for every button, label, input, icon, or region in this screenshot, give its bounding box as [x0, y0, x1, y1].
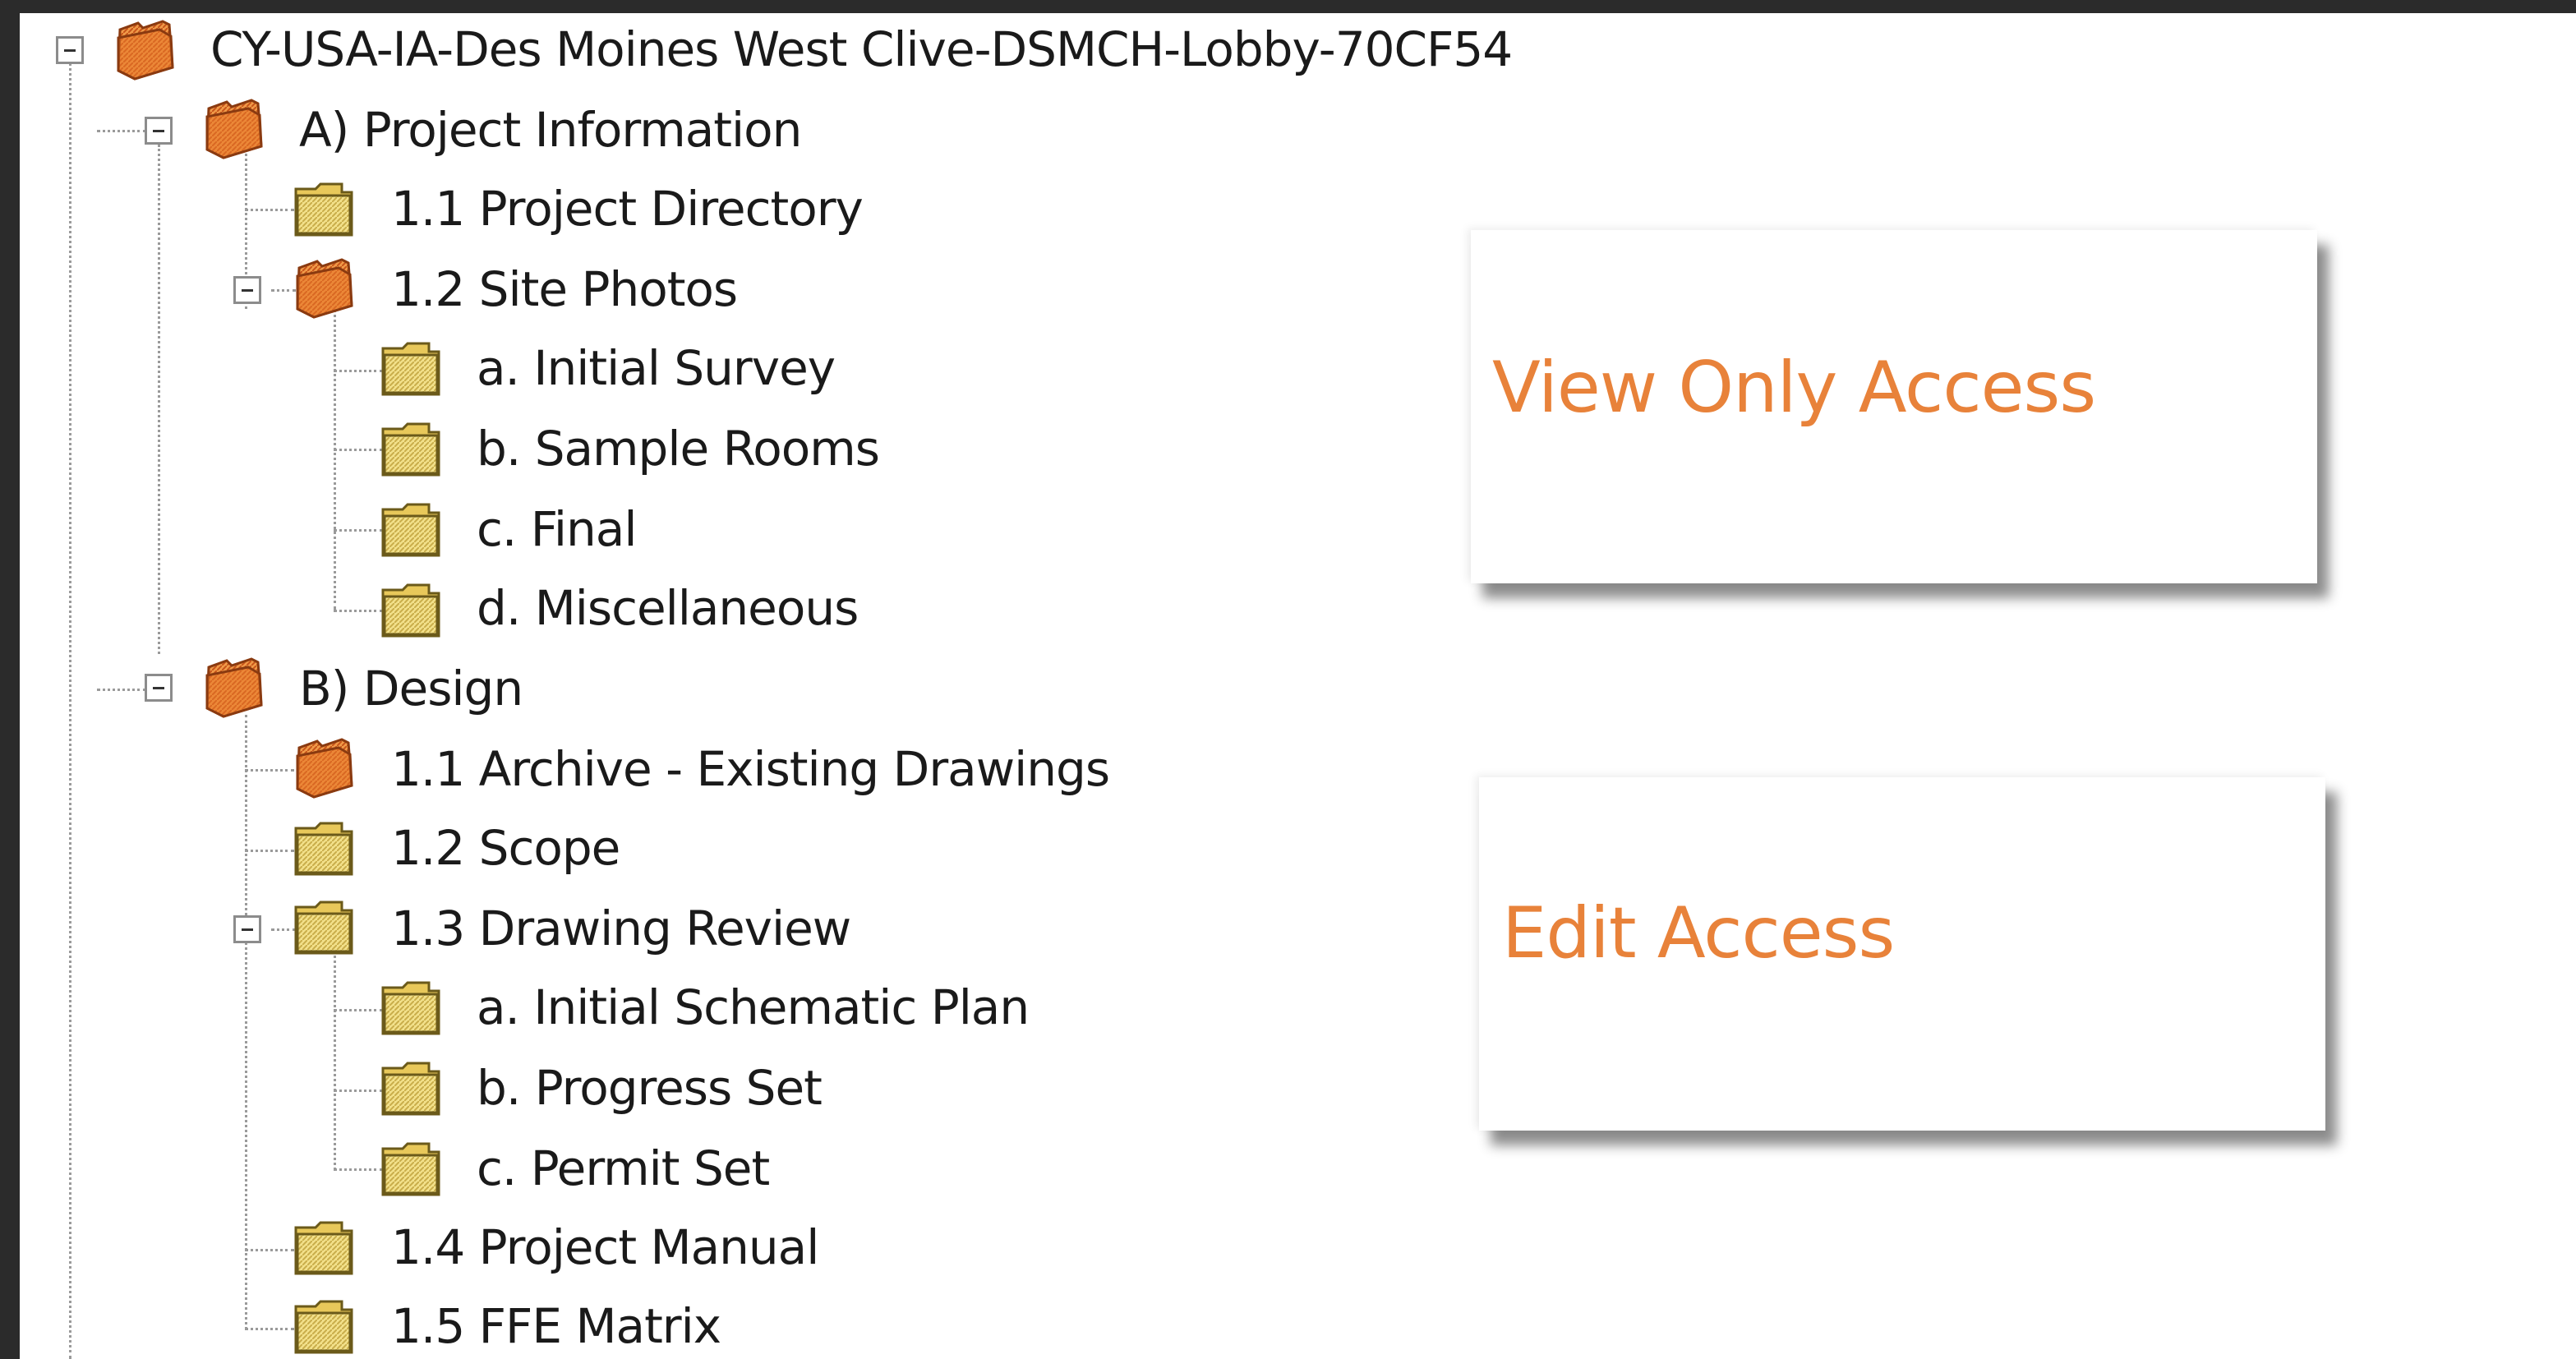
tree-line	[245, 715, 247, 1329]
tree-line	[334, 449, 383, 451]
folder-icon	[380, 1137, 444, 1200]
folder-icon	[293, 817, 357, 879]
tree-line	[245, 769, 294, 772]
tree-line	[334, 370, 383, 372]
restricted-folder-icon	[293, 256, 357, 319]
tree-line	[245, 1249, 294, 1251]
edit-access-label: Edit Access	[1502, 892, 1895, 974]
folder-icon	[293, 896, 357, 958]
tree-line	[334, 610, 383, 612]
tree-item-progress-set[interactable]: b. Progress Set	[477, 1057, 823, 1119]
tree-line	[334, 529, 383, 532]
tree-item-initial-schematic-plan[interactable]: a. Initial Schematic Plan	[477, 976, 1030, 1039]
site-photos-collapse-toggle[interactable]	[233, 276, 261, 304]
tree-item-final[interactable]: c. Final	[477, 498, 637, 560]
view-only-access-label: View Only Access	[1492, 347, 2096, 429]
project-information-collapse-toggle[interactable]	[145, 117, 173, 145]
design-collapse-toggle[interactable]	[145, 674, 173, 702]
tree-item-initial-survey[interactable]: a. Initial Survey	[477, 337, 836, 399]
tree-line	[97, 689, 146, 691]
folder-icon	[380, 976, 444, 1039]
edit-access-callout: Edit Access	[1479, 777, 2325, 1131]
restricted-folder-icon	[113, 18, 177, 81]
folder-icon	[380, 578, 444, 641]
folder-icon	[293, 1295, 357, 1357]
tree-item-project-manual[interactable]: 1.4 Project Manual	[391, 1216, 819, 1278]
folder-icon	[293, 1216, 357, 1278]
tree-line	[334, 1090, 383, 1092]
tree-item-sample-rooms[interactable]: b. Sample Rooms	[477, 417, 880, 480]
tree-item-site-photos[interactable]: 1.2 Site Photos	[391, 258, 738, 320]
folder-icon	[380, 417, 444, 480]
tree-item-miscellaneous[interactable]: d. Miscellaneous	[477, 577, 859, 639]
tree-line	[158, 145, 160, 654]
tree-line	[334, 1168, 383, 1171]
tree-item-archive-existing-drawings[interactable]: 1.1 Archive - Existing Drawings	[391, 738, 1110, 800]
restricted-folder-icon	[202, 97, 266, 159]
folder-icon	[293, 177, 357, 240]
tree-line	[245, 850, 294, 852]
tree-line	[334, 1009, 383, 1011]
tree-item-design[interactable]: B) Design	[299, 657, 523, 720]
tree-item-drawing-review[interactable]: 1.3 Drawing Review	[391, 897, 851, 960]
restricted-folder-icon	[293, 736, 357, 799]
tree-line	[245, 209, 294, 211]
folder-icon	[380, 498, 444, 560]
restricted-folder-icon	[202, 656, 266, 718]
tree-item-project-information[interactable]: A) Project Information	[299, 99, 802, 161]
tree-item-root[interactable]: CY-USA-IA-Des Moines West Clive-DSMCH-Lo…	[210, 18, 1513, 81]
view-only-access-callout: View Only Access	[1471, 230, 2317, 583]
folder-icon	[380, 337, 444, 399]
tree-line	[334, 945, 336, 1170]
tree-line	[69, 62, 71, 1359]
tree-item-scope[interactable]: 1.2 Scope	[391, 817, 620, 879]
tree-item-project-directory[interactable]: 1.1 Project Directory	[391, 177, 864, 240]
tree-line	[334, 304, 336, 610]
tree-line	[97, 130, 146, 132]
root-collapse-toggle[interactable]	[56, 36, 84, 64]
tree-item-permit-set[interactable]: c. Permit Set	[477, 1137, 770, 1200]
drawing-review-collapse-toggle[interactable]	[233, 915, 261, 943]
folder-icon	[380, 1057, 444, 1119]
tree-line	[245, 1328, 294, 1330]
tree-item-ffe-matrix[interactable]: 1.5 FFE Matrix	[391, 1295, 721, 1357]
